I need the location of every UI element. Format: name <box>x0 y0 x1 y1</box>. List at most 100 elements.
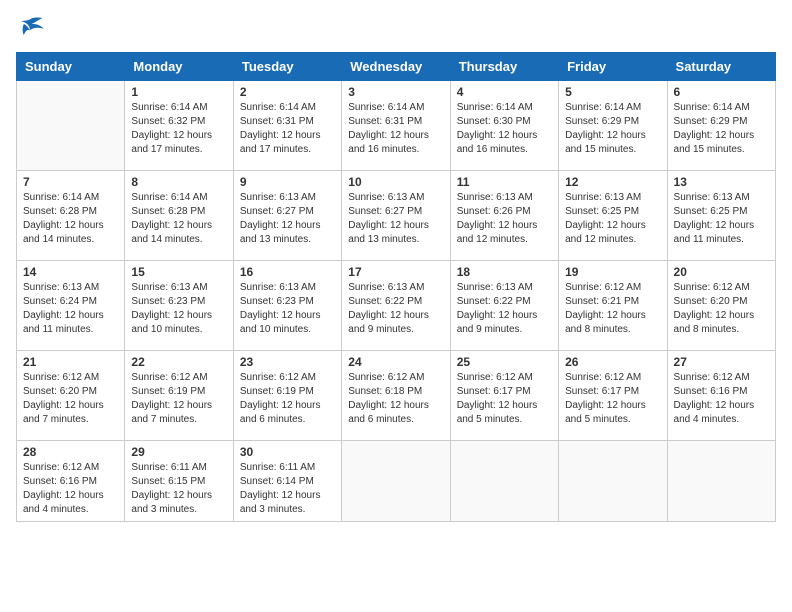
day-number: 21 <box>23 355 118 369</box>
day-info: Sunrise: 6:13 AM Sunset: 6:22 PM Dayligh… <box>457 281 552 337</box>
column-header-sunday: Sunday <box>17 53 125 81</box>
day-info: Sunrise: 6:12 AM Sunset: 6:18 PM Dayligh… <box>348 371 443 427</box>
day-info: Sunrise: 6:13 AM Sunset: 6:23 PM Dayligh… <box>131 281 226 337</box>
day-info: Sunrise: 6:14 AM Sunset: 6:30 PM Dayligh… <box>457 101 552 157</box>
calendar-cell: 12 Sunrise: 6:13 AM Sunset: 6:25 PM Dayli… <box>559 171 667 261</box>
logo-icon <box>16 16 44 40</box>
day-number: 25 <box>457 355 552 369</box>
day-info: Sunrise: 6:12 AM Sunset: 6:20 PM Dayligh… <box>674 281 769 337</box>
calendar-cell: 25 Sunrise: 6:12 AM Sunset: 6:17 PM Dayli… <box>450 351 558 441</box>
calendar-cell: 23 Sunrise: 6:12 AM Sunset: 6:19 PM Dayli… <box>233 351 341 441</box>
calendar-cell: 4 Sunrise: 6:14 AM Sunset: 6:30 PM Daylig… <box>450 81 558 171</box>
calendar-cell <box>450 441 558 522</box>
day-number: 12 <box>565 175 660 189</box>
calendar-cell: 16Sunrise: 6:13 AM Sunset: 6:23 PM Dayli… <box>233 261 341 351</box>
day-info: Sunrise: 6:14 AM Sunset: 6:31 PM Dayligh… <box>348 101 443 157</box>
day-number: 15 <box>131 265 226 279</box>
day-info: Sunrise: 6:13 AM Sunset: 6:27 PM Dayligh… <box>240 191 335 247</box>
day-info: Sunrise: 6:12 AM Sunset: 6:17 PM Dayligh… <box>457 371 552 427</box>
day-number: 26 <box>565 355 660 369</box>
day-info: Sunrise: 6:14 AM Sunset: 6:31 PM Dayligh… <box>240 101 335 157</box>
logo <box>16 16 48 40</box>
day-number: 4 <box>457 85 552 99</box>
calendar-cell: 8 Sunrise: 6:14 AM Sunset: 6:28 PM Daylig… <box>125 171 233 261</box>
day-info: Sunrise: 6:12 AM Sunset: 6:17 PM Dayligh… <box>565 371 660 427</box>
day-number: 6 <box>674 85 769 99</box>
day-number: 7 <box>23 175 118 189</box>
day-number: 20 <box>674 265 769 279</box>
day-number: 3 <box>348 85 443 99</box>
day-info: Sunrise: 6:13 AM Sunset: 6:24 PM Dayligh… <box>23 281 118 337</box>
day-info: Sunrise: 6:13 AM Sunset: 6:25 PM Dayligh… <box>674 191 769 247</box>
day-info: Sunrise: 6:13 AM Sunset: 6:25 PM Dayligh… <box>565 191 660 247</box>
calendar-week-4: 21Sunrise: 6:12 AM Sunset: 6:20 PM Dayli… <box>17 351 776 441</box>
day-info: Sunrise: 6:12 AM Sunset: 6:19 PM Dayligh… <box>240 371 335 427</box>
calendar-cell: 1 Sunrise: 6:14 AM Sunset: 6:32 PM Daylig… <box>125 81 233 171</box>
calendar-cell: 18Sunrise: 6:13 AM Sunset: 6:22 PM Dayli… <box>450 261 558 351</box>
calendar-week-1: 1 Sunrise: 6:14 AM Sunset: 6:32 PM Daylig… <box>17 81 776 171</box>
calendar-cell: 7 Sunrise: 6:14 AM Sunset: 6:28 PM Daylig… <box>17 171 125 261</box>
day-number: 9 <box>240 175 335 189</box>
day-info: Sunrise: 6:12 AM Sunset: 6:21 PM Dayligh… <box>565 281 660 337</box>
page-header <box>16 16 776 40</box>
day-info: Sunrise: 6:14 AM Sunset: 6:28 PM Dayligh… <box>131 191 226 247</box>
day-info: Sunrise: 6:13 AM Sunset: 6:26 PM Dayligh… <box>457 191 552 247</box>
day-number: 2 <box>240 85 335 99</box>
day-number: 1 <box>131 85 226 99</box>
day-info: Sunrise: 6:13 AM Sunset: 6:22 PM Dayligh… <box>348 281 443 337</box>
day-info: Sunrise: 6:13 AM Sunset: 6:27 PM Dayligh… <box>348 191 443 247</box>
day-number: 5 <box>565 85 660 99</box>
calendar-cell: 22Sunrise: 6:12 AM Sunset: 6:19 PM Dayli… <box>125 351 233 441</box>
calendar-cell: 19Sunrise: 6:12 AM Sunset: 6:21 PM Dayli… <box>559 261 667 351</box>
calendar-cell: 2 Sunrise: 6:14 AM Sunset: 6:31 PM Daylig… <box>233 81 341 171</box>
calendar-cell: 17 Sunrise: 6:13 AM Sunset: 6:22 PM Dayli… <box>342 261 450 351</box>
day-info: Sunrise: 6:12 AM Sunset: 6:16 PM Dayligh… <box>23 461 118 517</box>
day-number: 24 <box>348 355 443 369</box>
day-number: 17 <box>348 265 443 279</box>
calendar-week-2: 7 Sunrise: 6:14 AM Sunset: 6:28 PM Daylig… <box>17 171 776 261</box>
day-info: Sunrise: 6:11 AM Sunset: 6:14 PM Dayligh… <box>240 461 335 517</box>
day-number: 8 <box>131 175 226 189</box>
calendar-cell: 14 Sunrise: 6:13 AM Sunset: 6:24 PM Dayli… <box>17 261 125 351</box>
day-number: 30 <box>240 445 335 459</box>
day-number: 11 <box>457 175 552 189</box>
calendar-cell: 6 Sunrise: 6:14 AM Sunset: 6:29 PM Daylig… <box>667 81 775 171</box>
calendar-cell <box>667 441 775 522</box>
calendar-cell: 27 Sunrise: 6:12 AM Sunset: 6:16 PM Dayli… <box>667 351 775 441</box>
calendar-cell: 9 Sunrise: 6:13 AM Sunset: 6:27 PM Daylig… <box>233 171 341 261</box>
calendar-cell <box>559 441 667 522</box>
calendar-cell: 24 Sunrise: 6:12 AM Sunset: 6:18 PM Dayli… <box>342 351 450 441</box>
column-header-tuesday: Tuesday <box>233 53 341 81</box>
calendar-cell <box>342 441 450 522</box>
day-info: Sunrise: 6:12 AM Sunset: 6:16 PM Dayligh… <box>674 371 769 427</box>
day-number: 29 <box>131 445 226 459</box>
day-info: Sunrise: 6:14 AM Sunset: 6:29 PM Dayligh… <box>565 101 660 157</box>
day-number: 28 <box>23 445 118 459</box>
calendar-cell: 29 Sunrise: 6:11 AM Sunset: 6:15 PM Dayli… <box>125 441 233 522</box>
calendar-table: SundayMondayTuesdayWednesdayThursdayFrid… <box>16 52 776 522</box>
column-header-thursday: Thursday <box>450 53 558 81</box>
calendar-cell: 21Sunrise: 6:12 AM Sunset: 6:20 PM Dayli… <box>17 351 125 441</box>
day-info: Sunrise: 6:13 AM Sunset: 6:23 PM Dayligh… <box>240 281 335 337</box>
calendar-cell: 5 Sunrise: 6:14 AM Sunset: 6:29 PM Daylig… <box>559 81 667 171</box>
day-info: Sunrise: 6:14 AM Sunset: 6:29 PM Dayligh… <box>674 101 769 157</box>
column-header-monday: Monday <box>125 53 233 81</box>
calendar-cell: 13Sunrise: 6:13 AM Sunset: 6:25 PM Dayli… <box>667 171 775 261</box>
column-header-friday: Friday <box>559 53 667 81</box>
calendar-header-row: SundayMondayTuesdayWednesdayThursdayFrid… <box>17 53 776 81</box>
calendar-week-3: 14 Sunrise: 6:13 AM Sunset: 6:24 PM Dayli… <box>17 261 776 351</box>
day-number: 14 <box>23 265 118 279</box>
day-info: Sunrise: 6:12 AM Sunset: 6:19 PM Dayligh… <box>131 371 226 427</box>
day-number: 23 <box>240 355 335 369</box>
calendar-cell: 11 Sunrise: 6:13 AM Sunset: 6:26 PM Dayli… <box>450 171 558 261</box>
day-number: 27 <box>674 355 769 369</box>
calendar-cell: 10Sunrise: 6:13 AM Sunset: 6:27 PM Dayli… <box>342 171 450 261</box>
day-info: Sunrise: 6:11 AM Sunset: 6:15 PM Dayligh… <box>131 461 226 517</box>
day-info: Sunrise: 6:14 AM Sunset: 6:32 PM Dayligh… <box>131 101 226 157</box>
column-header-saturday: Saturday <box>667 53 775 81</box>
calendar-cell: 26 Sunrise: 6:12 AM Sunset: 6:17 PM Dayli… <box>559 351 667 441</box>
day-info: Sunrise: 6:14 AM Sunset: 6:28 PM Dayligh… <box>23 191 118 247</box>
calendar-cell: 15 Sunrise: 6:13 AM Sunset: 6:23 PM Dayli… <box>125 261 233 351</box>
column-header-wednesday: Wednesday <box>342 53 450 81</box>
calendar-week-5: 28 Sunrise: 6:12 AM Sunset: 6:16 PM Dayli… <box>17 441 776 522</box>
